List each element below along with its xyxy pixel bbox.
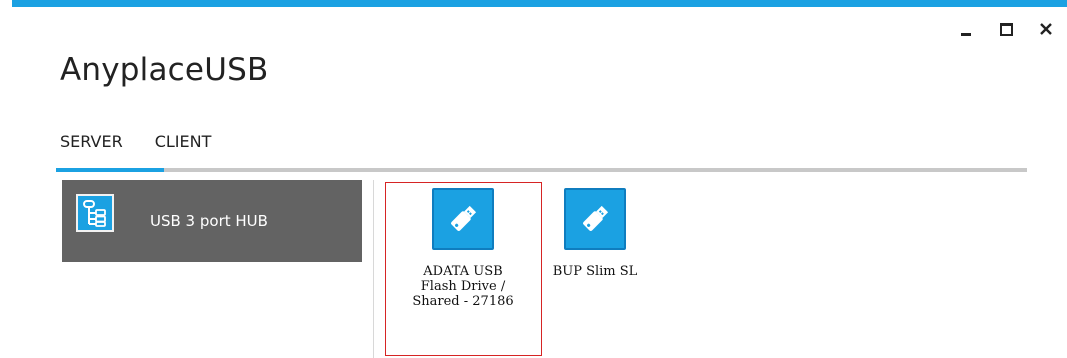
minimize-button[interactable]	[957, 20, 975, 38]
hub-item-usb-3-port-hub[interactable]: USB 3 port HUB	[62, 180, 362, 262]
panel-divider	[373, 180, 374, 358]
hub-tree-icon	[76, 194, 114, 232]
device-label: BUP Slim SL	[552, 264, 638, 279]
maximize-icon	[999, 22, 1013, 36]
maximize-button[interactable]	[997, 20, 1015, 38]
active-tab-indicator	[56, 168, 164, 172]
selected-device-highlight	[385, 182, 542, 356]
window-controls	[957, 20, 1055, 38]
tab-bar: SERVER CLIENT	[60, 130, 211, 153]
tab-divider	[56, 168, 1027, 172]
hub-item-label: USB 3 port HUB	[150, 212, 268, 230]
tab-client[interactable]: CLIENT	[155, 130, 212, 153]
usb-drive-icon	[564, 188, 626, 250]
close-icon	[1040, 23, 1052, 35]
close-button[interactable]	[1037, 20, 1055, 38]
tab-server[interactable]: SERVER	[60, 130, 123, 153]
app-title: AnyplaceUSB	[60, 52, 269, 88]
window-top-accent-bar	[12, 0, 1067, 7]
minimize-icon	[961, 32, 971, 36]
device-item-bup-slim-sl[interactable]: BUP Slim SL	[540, 188, 650, 279]
